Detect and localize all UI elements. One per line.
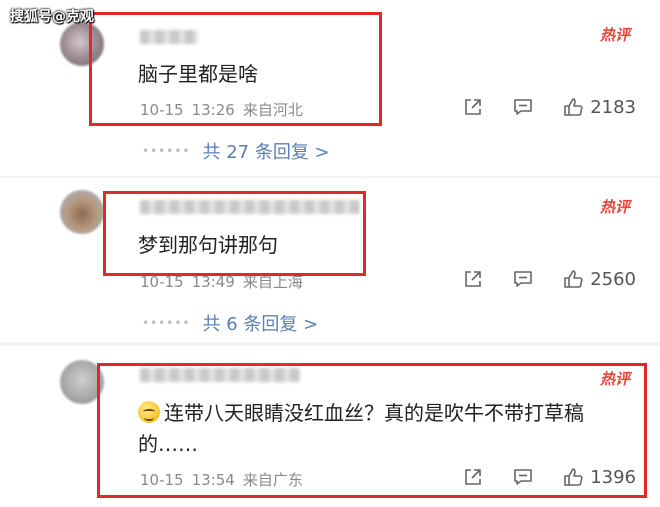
watermark: 搜狐号@克观 (10, 9, 94, 25)
highlight-box (103, 191, 366, 276)
avatar[interactable] (60, 190, 104, 234)
comment-icon[interactable] (512, 268, 534, 290)
comment-icon[interactable] (512, 96, 534, 118)
highlight-box (97, 363, 647, 498)
replies-label: 共 27 条回复 > (202, 142, 330, 163)
hot-comment-badge: 热评 (599, 198, 630, 216)
comment-actions: 2183 (462, 96, 636, 118)
share-icon[interactable] (462, 268, 484, 290)
reply-dots: •••••• (142, 144, 191, 158)
comment-actions: 2560 (462, 268, 636, 290)
like-icon[interactable] (562, 268, 584, 290)
like-count: 2183 (590, 96, 636, 118)
highlight-box (89, 12, 382, 126)
share-icon[interactable] (462, 96, 484, 118)
hot-comment-badge: 热评 (599, 26, 630, 44)
like-count: 2560 (590, 268, 636, 290)
like-icon[interactable] (562, 96, 584, 118)
replies-label: 共 6 条回复 > (202, 314, 319, 335)
view-replies-link[interactable]: •••••• 共 6 条回复 > (142, 310, 318, 336)
reply-dots: •••••• (142, 316, 191, 330)
view-replies-link[interactable]: •••••• 共 27 条回复 > (142, 138, 330, 164)
